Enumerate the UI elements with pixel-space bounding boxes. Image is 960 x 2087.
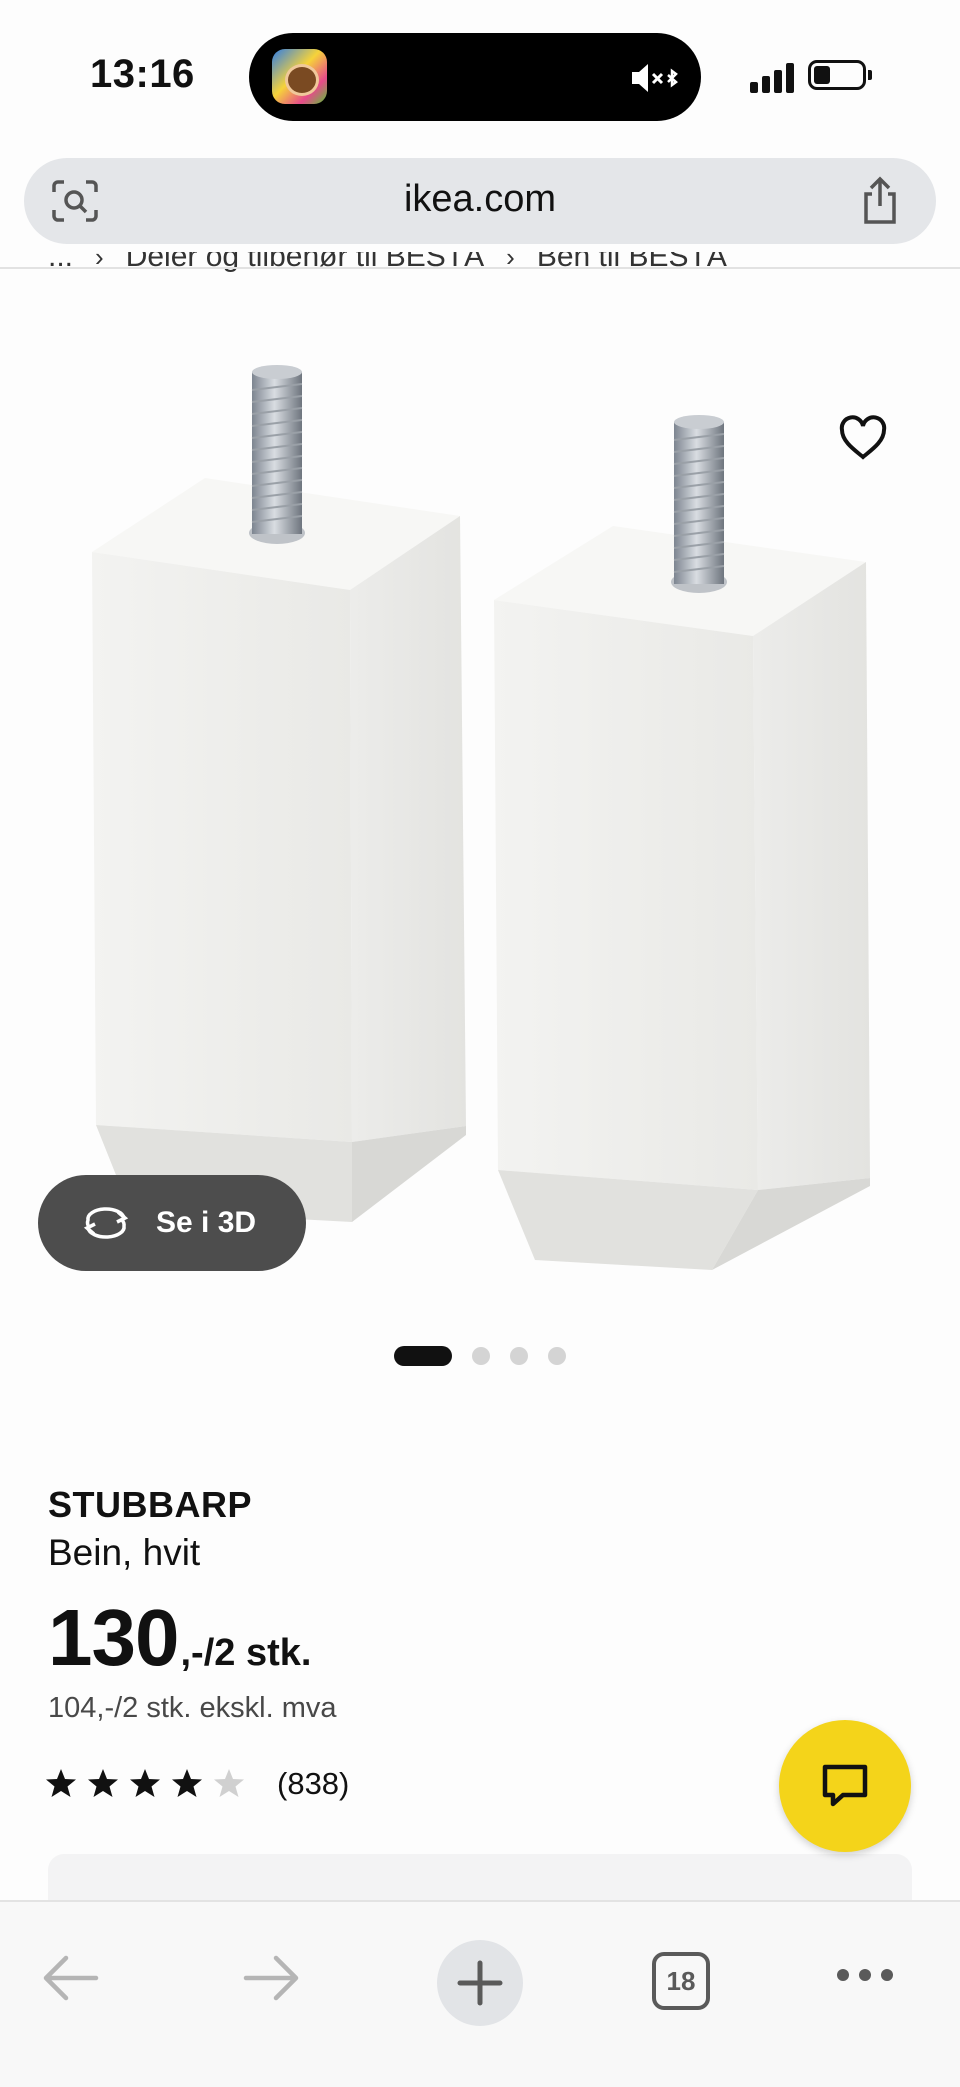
browser-toolbar: 18 — [0, 1900, 960, 2087]
review-count[interactable]: (838) — [277, 1766, 349, 1802]
image-carousel-indicator — [394, 1346, 566, 1366]
status-time: 13:16 — [90, 52, 195, 96]
price-suffix: ,-/2 stk. — [180, 1632, 312, 1674]
price-main: 130 — [48, 1593, 179, 1682]
back-button[interactable] — [40, 1950, 100, 2006]
more-icon — [837, 1969, 893, 1981]
product-price: 130 ,-/2 stk. — [48, 1592, 311, 1684]
carousel-dot[interactable] — [472, 1347, 490, 1365]
arrow-left-icon — [43, 1955, 99, 2001]
chevron-right-icon: › — [506, 252, 515, 272]
chevron-right-icon: › — [95, 252, 104, 272]
more-button[interactable] — [836, 1968, 894, 1982]
product-name: STUBBARP — [48, 1484, 253, 1525]
status-bar: 13:16 — [0, 0, 960, 150]
breadcrumb-ellipsis[interactable]: ... — [48, 252, 73, 274]
chat-button[interactable] — [779, 1720, 911, 1852]
plus-icon — [457, 1960, 503, 2006]
product-rating[interactable]: (838) — [46, 1766, 349, 1802]
arrow-right-icon — [243, 1955, 299, 2001]
new-tab-button[interactable] — [437, 1940, 523, 2026]
star-rating-icon — [46, 1769, 244, 1797]
carousel-dot-active[interactable] — [394, 1346, 452, 1366]
view-3d-label: Se i 3D — [156, 1206, 257, 1239]
breadcrumb-item[interactable]: Deler og tilbehør til BESTÅ — [126, 252, 484, 274]
heart-icon[interactable] — [838, 415, 888, 461]
carousel-dot[interactable] — [510, 1347, 528, 1365]
view-3d-button[interactable]: Se i 3D — [38, 1175, 306, 1271]
address-bar[interactable]: ikea.com — [24, 158, 936, 244]
rotate-3d-icon — [83, 1207, 129, 1239]
carousel-dot[interactable] — [548, 1347, 566, 1365]
breadcrumb: ... › Deler og tilbehør til BESTÅ › Ben … — [48, 252, 727, 286]
tabs-button[interactable]: 18 — [652, 1952, 710, 2010]
price-ex-vat: 104,-/2 stk. ekskl. mva — [48, 1692, 337, 1724]
chat-icon — [822, 1764, 868, 1807]
breadcrumb-item[interactable]: Ben til BESTÅ — [537, 252, 727, 274]
forward-button[interactable] — [242, 1950, 302, 2006]
url-text[interactable]: ikea.com — [24, 178, 936, 221]
mute-icon — [632, 64, 678, 92]
battery-icon — [808, 60, 866, 90]
share-icon[interactable] — [858, 176, 902, 226]
signal-icon — [750, 63, 794, 93]
app-icon — [272, 49, 327, 104]
product-description: Bein, hvit — [48, 1532, 201, 1573]
header-divider — [0, 267, 960, 269]
